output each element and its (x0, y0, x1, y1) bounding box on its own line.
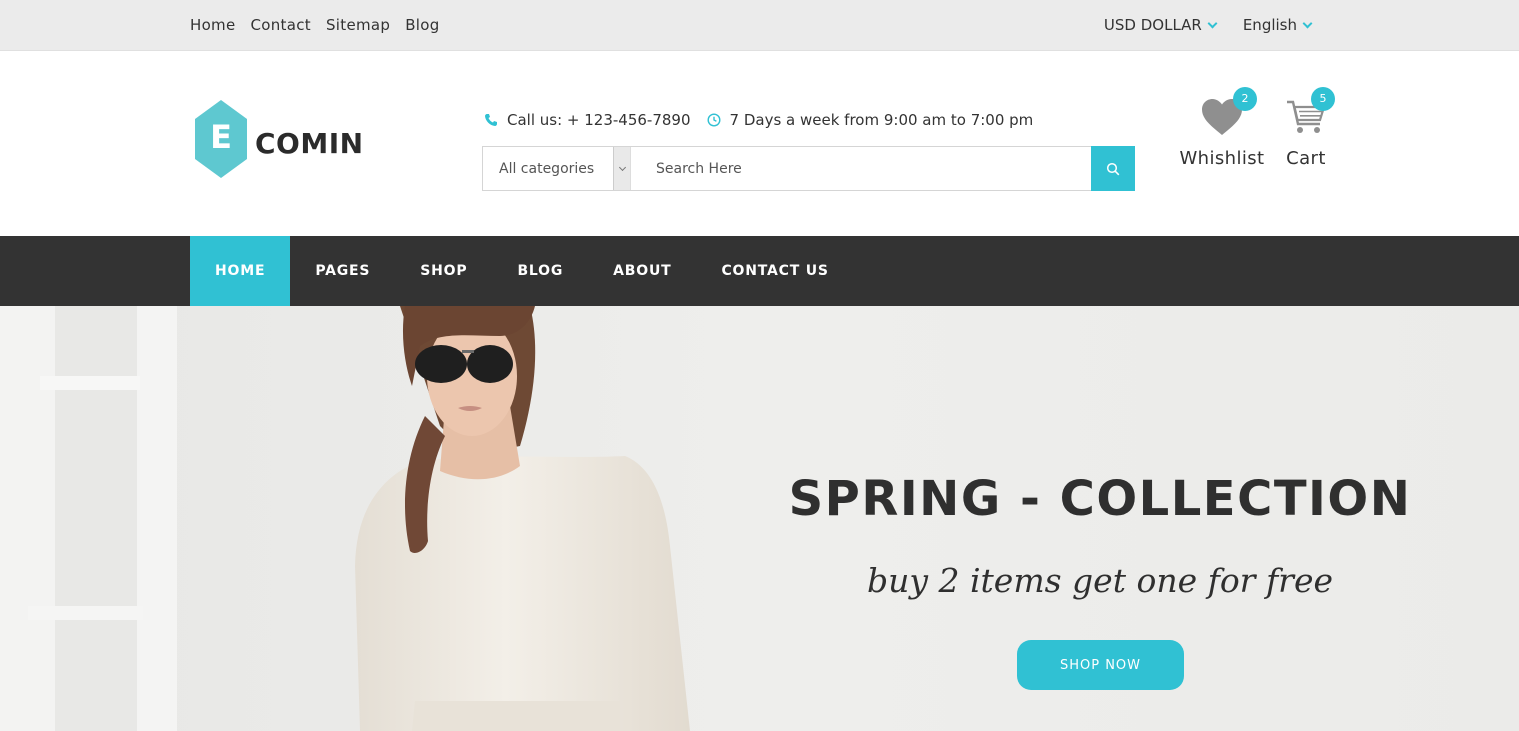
main-nav: HOME PAGES SHOP BLOG ABOUT CONTACT US (0, 236, 1519, 306)
search-input[interactable] (631, 147, 1091, 190)
top-link-sitemap[interactable]: Sitemap (326, 16, 390, 34)
cart-count-badge: 5 (1311, 87, 1335, 111)
top-selectors: USD DOLLAR English (1103, 16, 1313, 34)
language-label: English (1242, 16, 1297, 34)
logo-letter: E (210, 118, 232, 156)
chevron-down-icon (613, 147, 630, 190)
logo-hexagon: E (195, 100, 247, 178)
contact-hours-text: 7 Days a week from 9:00 am to 7:00 pm (729, 111, 1034, 129)
currency-label: USD DOLLAR (1103, 16, 1202, 34)
chevron-down-icon (1207, 18, 1218, 28)
site-logo[interactable]: E COMIN (195, 100, 364, 178)
hero-subtitle: buy 2 items get one for free (867, 561, 1333, 600)
wishlist-button[interactable]: 2 Whishlist (1176, 87, 1268, 169)
hero-title: SPRING - COLLECTION (788, 471, 1412, 527)
shop-now-button[interactable]: SHOP NOW (1017, 640, 1184, 690)
search-bar: All categories (482, 146, 1135, 191)
nav-item-blog[interactable]: BLOG (492, 236, 588, 306)
search-icon (1106, 162, 1120, 175)
nav-item-shop[interactable]: SHOP (395, 236, 492, 306)
contact-hours: 7 Days a week from 9:00 am to 7:00 pm (707, 111, 1034, 129)
contact-info: Call us: + 123-456-7890 7 Days a week fr… (484, 111, 1033, 129)
cart-button[interactable]: 5 Cart (1281, 87, 1335, 169)
cart-label: Cart (1286, 148, 1326, 169)
hero-banner: SPRING - COLLECTION buy 2 items get one … (0, 306, 1519, 731)
logo-text: COMIN (255, 126, 364, 160)
nav-item-about[interactable]: ABOUT (588, 236, 696, 306)
contact-phone-text: Call us: + 123-456-7890 (507, 111, 691, 129)
top-link-home[interactable]: Home (190, 16, 236, 34)
top-link-blog[interactable]: Blog (405, 16, 439, 34)
wishlist-count-badge: 2 (1233, 87, 1257, 111)
language-selector[interactable]: English (1242, 16, 1313, 34)
nav-item-pages[interactable]: PAGES (290, 236, 395, 306)
nav-item-home[interactable]: HOME (190, 236, 291, 306)
search-button[interactable] (1091, 146, 1135, 191)
top-link-contact[interactable]: Contact (251, 16, 311, 34)
nav-item-contact-us[interactable]: CONTACT US (696, 236, 853, 306)
chevron-down-icon (1302, 18, 1313, 28)
phone-icon (485, 114, 497, 126)
currency-selector[interactable]: USD DOLLAR (1103, 16, 1218, 34)
top-links: Home Contact Sitemap Blog (190, 16, 440, 34)
clock-icon (707, 113, 721, 127)
category-select-value: All categories (499, 160, 595, 177)
category-select[interactable]: All categories (483, 147, 631, 190)
top-bar: Home Contact Sitemap Blog USD DOLLAR Eng… (0, 0, 1519, 51)
contact-phone: Call us: + 123-456-7890 (484, 111, 691, 129)
wishlist-label: Whishlist (1179, 148, 1265, 169)
